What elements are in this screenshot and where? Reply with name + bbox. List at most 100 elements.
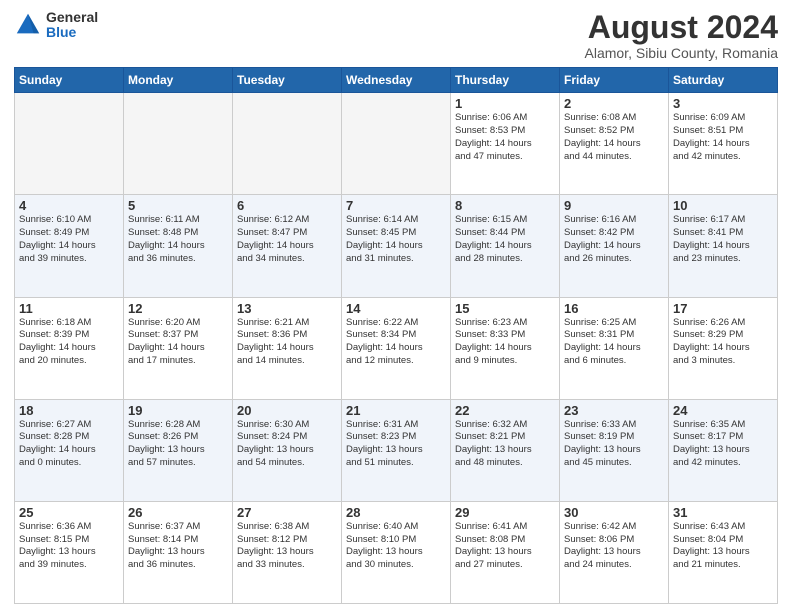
calendar-table: Sunday Monday Tuesday Wednesday Thursday… — [14, 67, 778, 604]
table-row: 14Sunrise: 6:22 AM Sunset: 8:34 PM Dayli… — [342, 297, 451, 399]
col-tuesday: Tuesday — [233, 68, 342, 93]
table-row: 9Sunrise: 6:16 AM Sunset: 8:42 PM Daylig… — [560, 195, 669, 297]
day-info: Sunrise: 6:11 AM Sunset: 8:48 PM Dayligh… — [128, 214, 228, 265]
day-number: 18 — [19, 403, 119, 418]
day-number: 7 — [346, 198, 446, 213]
col-thursday: Thursday — [451, 68, 560, 93]
day-info: Sunrise: 6:20 AM Sunset: 8:37 PM Dayligh… — [128, 317, 228, 368]
table-row: 31Sunrise: 6:43 AM Sunset: 8:04 PM Dayli… — [669, 501, 778, 603]
week-row-3: 11Sunrise: 6:18 AM Sunset: 8:39 PM Dayli… — [15, 297, 778, 399]
table-row: 4Sunrise: 6:10 AM Sunset: 8:49 PM Daylig… — [15, 195, 124, 297]
table-row: 23Sunrise: 6:33 AM Sunset: 8:19 PM Dayli… — [560, 399, 669, 501]
day-number: 27 — [237, 505, 337, 520]
week-row-4: 18Sunrise: 6:27 AM Sunset: 8:28 PM Dayli… — [15, 399, 778, 501]
day-info: Sunrise: 6:18 AM Sunset: 8:39 PM Dayligh… — [19, 317, 119, 368]
table-row: 30Sunrise: 6:42 AM Sunset: 8:06 PM Dayli… — [560, 501, 669, 603]
day-number: 3 — [673, 96, 773, 111]
table-row: 8Sunrise: 6:15 AM Sunset: 8:44 PM Daylig… — [451, 195, 560, 297]
table-row: 28Sunrise: 6:40 AM Sunset: 8:10 PM Dayli… — [342, 501, 451, 603]
day-number: 17 — [673, 301, 773, 316]
day-info: Sunrise: 6:14 AM Sunset: 8:45 PM Dayligh… — [346, 214, 446, 265]
table-row: 6Sunrise: 6:12 AM Sunset: 8:47 PM Daylig… — [233, 195, 342, 297]
day-info: Sunrise: 6:27 AM Sunset: 8:28 PM Dayligh… — [19, 419, 119, 470]
table-row: 11Sunrise: 6:18 AM Sunset: 8:39 PM Dayli… — [15, 297, 124, 399]
day-info: Sunrise: 6:22 AM Sunset: 8:34 PM Dayligh… — [346, 317, 446, 368]
table-row: 3Sunrise: 6:09 AM Sunset: 8:51 PM Daylig… — [669, 93, 778, 195]
day-info: Sunrise: 6:16 AM Sunset: 8:42 PM Dayligh… — [564, 214, 664, 265]
day-info: Sunrise: 6:25 AM Sunset: 8:31 PM Dayligh… — [564, 317, 664, 368]
day-number: 16 — [564, 301, 664, 316]
table-row: 24Sunrise: 6:35 AM Sunset: 8:17 PM Dayli… — [669, 399, 778, 501]
day-info: Sunrise: 6:40 AM Sunset: 8:10 PM Dayligh… — [346, 521, 446, 572]
day-number: 2 — [564, 96, 664, 111]
day-info: Sunrise: 6:30 AM Sunset: 8:24 PM Dayligh… — [237, 419, 337, 470]
logo-icon — [14, 11, 42, 39]
day-info: Sunrise: 6:32 AM Sunset: 8:21 PM Dayligh… — [455, 419, 555, 470]
day-number: 31 — [673, 505, 773, 520]
day-number: 6 — [237, 198, 337, 213]
week-row-2: 4Sunrise: 6:10 AM Sunset: 8:49 PM Daylig… — [15, 195, 778, 297]
week-row-5: 25Sunrise: 6:36 AM Sunset: 8:15 PM Dayli… — [15, 501, 778, 603]
day-info: Sunrise: 6:37 AM Sunset: 8:14 PM Dayligh… — [128, 521, 228, 572]
day-info: Sunrise: 6:08 AM Sunset: 8:52 PM Dayligh… — [564, 112, 664, 163]
day-info: Sunrise: 6:15 AM Sunset: 8:44 PM Dayligh… — [455, 214, 555, 265]
col-wednesday: Wednesday — [342, 68, 451, 93]
day-number: 19 — [128, 403, 228, 418]
day-info: Sunrise: 6:36 AM Sunset: 8:15 PM Dayligh… — [19, 521, 119, 572]
day-info: Sunrise: 6:43 AM Sunset: 8:04 PM Dayligh… — [673, 521, 773, 572]
day-number: 5 — [128, 198, 228, 213]
logo: General Blue — [14, 10, 98, 41]
day-number: 26 — [128, 505, 228, 520]
day-number: 13 — [237, 301, 337, 316]
day-info: Sunrise: 6:10 AM Sunset: 8:49 PM Dayligh… — [19, 214, 119, 265]
title-block: August 2024 Alamor, Sibiu County, Romani… — [585, 10, 779, 61]
col-saturday: Saturday — [669, 68, 778, 93]
week-row-1: 1Sunrise: 6:06 AM Sunset: 8:53 PM Daylig… — [15, 93, 778, 195]
day-number: 9 — [564, 198, 664, 213]
table-row: 21Sunrise: 6:31 AM Sunset: 8:23 PM Dayli… — [342, 399, 451, 501]
table-row: 12Sunrise: 6:20 AM Sunset: 8:37 PM Dayli… — [124, 297, 233, 399]
table-row: 5Sunrise: 6:11 AM Sunset: 8:48 PM Daylig… — [124, 195, 233, 297]
day-number: 23 — [564, 403, 664, 418]
table-row: 18Sunrise: 6:27 AM Sunset: 8:28 PM Dayli… — [15, 399, 124, 501]
day-number: 12 — [128, 301, 228, 316]
day-info: Sunrise: 6:31 AM Sunset: 8:23 PM Dayligh… — [346, 419, 446, 470]
day-info: Sunrise: 6:33 AM Sunset: 8:19 PM Dayligh… — [564, 419, 664, 470]
day-number: 14 — [346, 301, 446, 316]
table-row: 7Sunrise: 6:14 AM Sunset: 8:45 PM Daylig… — [342, 195, 451, 297]
day-info: Sunrise: 6:09 AM Sunset: 8:51 PM Dayligh… — [673, 112, 773, 163]
table-row — [342, 93, 451, 195]
page: General Blue August 2024 Alamor, Sibiu C… — [0, 0, 792, 612]
day-number: 24 — [673, 403, 773, 418]
day-number: 20 — [237, 403, 337, 418]
table-row: 26Sunrise: 6:37 AM Sunset: 8:14 PM Dayli… — [124, 501, 233, 603]
day-info: Sunrise: 6:35 AM Sunset: 8:17 PM Dayligh… — [673, 419, 773, 470]
day-number: 11 — [19, 301, 119, 316]
day-number: 21 — [346, 403, 446, 418]
day-number: 10 — [673, 198, 773, 213]
table-row: 20Sunrise: 6:30 AM Sunset: 8:24 PM Dayli… — [233, 399, 342, 501]
col-friday: Friday — [560, 68, 669, 93]
day-info: Sunrise: 6:23 AM Sunset: 8:33 PM Dayligh… — [455, 317, 555, 368]
table-row: 17Sunrise: 6:26 AM Sunset: 8:29 PM Dayli… — [669, 297, 778, 399]
table-row — [15, 93, 124, 195]
table-row: 2Sunrise: 6:08 AM Sunset: 8:52 PM Daylig… — [560, 93, 669, 195]
table-row: 19Sunrise: 6:28 AM Sunset: 8:26 PM Dayli… — [124, 399, 233, 501]
day-number: 15 — [455, 301, 555, 316]
table-row — [124, 93, 233, 195]
logo-text: General Blue — [46, 10, 98, 41]
header-row: Sunday Monday Tuesday Wednesday Thursday… — [15, 68, 778, 93]
day-info: Sunrise: 6:21 AM Sunset: 8:36 PM Dayligh… — [237, 317, 337, 368]
logo-blue: Blue — [46, 24, 76, 40]
table-row: 10Sunrise: 6:17 AM Sunset: 8:41 PM Dayli… — [669, 195, 778, 297]
col-sunday: Sunday — [15, 68, 124, 93]
day-info: Sunrise: 6:42 AM Sunset: 8:06 PM Dayligh… — [564, 521, 664, 572]
table-row: 25Sunrise: 6:36 AM Sunset: 8:15 PM Dayli… — [15, 501, 124, 603]
month-title: August 2024 — [585, 10, 779, 45]
day-number: 28 — [346, 505, 446, 520]
header: General Blue August 2024 Alamor, Sibiu C… — [14, 10, 778, 61]
day-info: Sunrise: 6:41 AM Sunset: 8:08 PM Dayligh… — [455, 521, 555, 572]
table-row: 15Sunrise: 6:23 AM Sunset: 8:33 PM Dayli… — [451, 297, 560, 399]
col-monday: Monday — [124, 68, 233, 93]
day-info: Sunrise: 6:06 AM Sunset: 8:53 PM Dayligh… — [455, 112, 555, 163]
